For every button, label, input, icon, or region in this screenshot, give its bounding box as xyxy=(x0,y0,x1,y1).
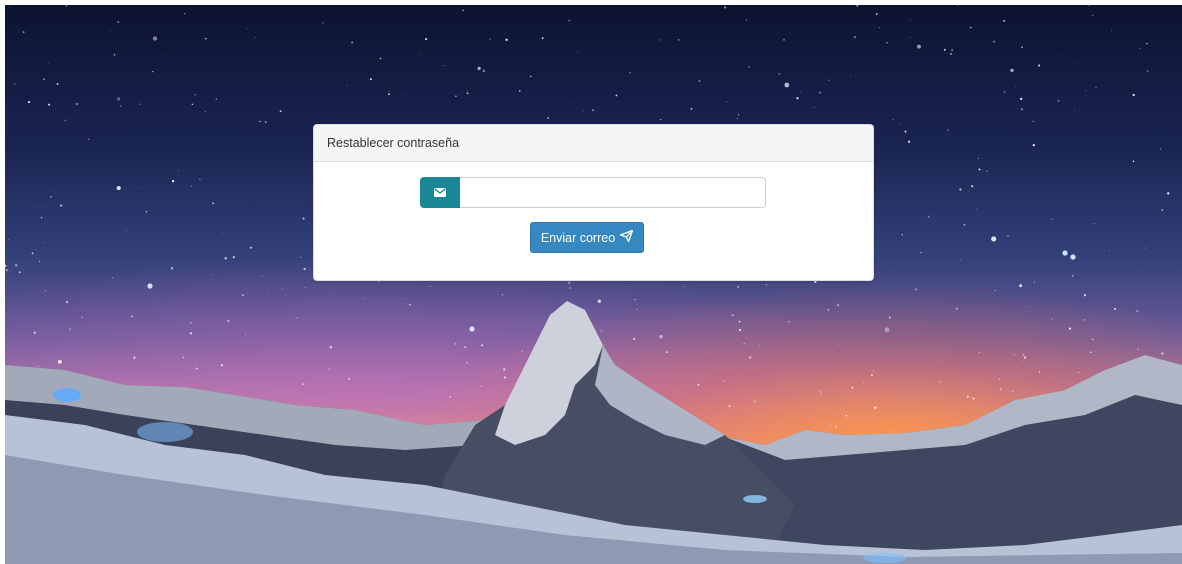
paper-plane-icon xyxy=(619,229,634,245)
reset-password-panel: Restablecer contraseña Enviar correo xyxy=(313,124,874,281)
mountain-landscape xyxy=(5,301,1182,564)
email-field[interactable] xyxy=(460,177,766,208)
panel-title: Restablecer contraseña xyxy=(314,125,873,162)
background-night-sky-image xyxy=(5,5,1182,564)
send-email-button[interactable]: Enviar correo xyxy=(530,222,644,253)
send-email-button-label: Enviar correo xyxy=(540,230,616,245)
envelope-icon xyxy=(420,177,460,208)
email-input-group xyxy=(420,177,766,208)
